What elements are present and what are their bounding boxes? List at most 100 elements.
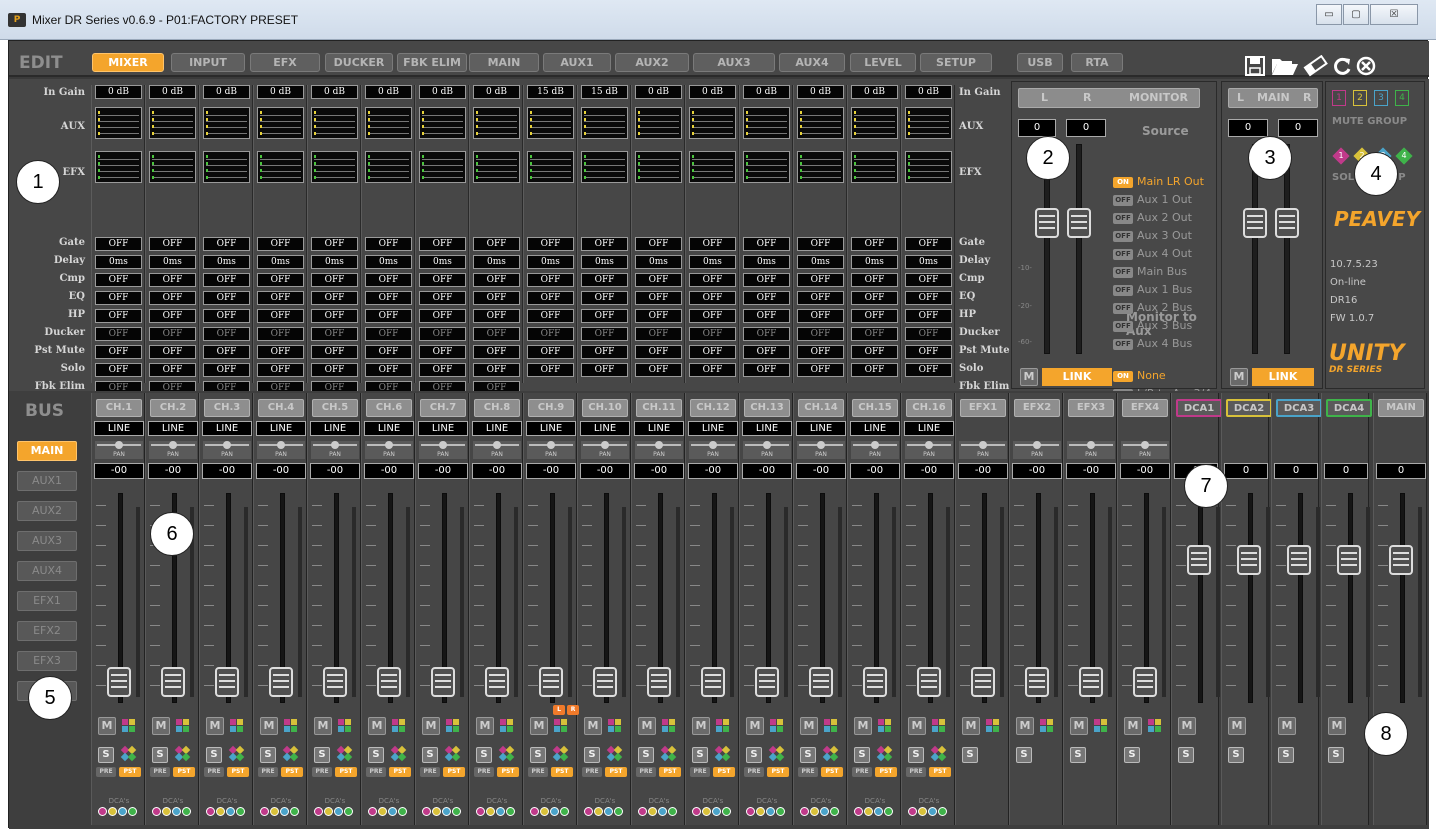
dca-dot[interactable] (928, 807, 937, 816)
tab-aux1[interactable]: AUX1 (543, 53, 611, 72)
mute-group-3[interactable]: 3 (1374, 90, 1388, 106)
pre-button[interactable]: PRE (690, 767, 710, 777)
dca-dot[interactable] (378, 807, 387, 816)
refresh-icon[interactable] (1331, 55, 1353, 82)
in-gain-box[interactable]: 15 dB (527, 85, 574, 99)
fader-cap[interactable] (431, 667, 455, 697)
delay-box[interactable]: 0ms (797, 255, 844, 269)
dca-dot[interactable] (216, 807, 225, 816)
pst-mute-box[interactable]: OFF (149, 345, 196, 359)
eq-box[interactable]: OFF (419, 291, 466, 305)
solo-box[interactable]: OFF (203, 363, 250, 377)
hp-box[interactable]: OFF (797, 309, 844, 323)
pan-slider[interactable]: PAN (1067, 441, 1115, 459)
tab-level[interactable]: LEVEL (850, 53, 916, 72)
mute-button[interactable]: M (746, 717, 764, 735)
bus-button-aux3[interactable]: AUX3 (17, 531, 77, 551)
fader-cap[interactable] (1237, 545, 1261, 575)
pan-slider[interactable]: PAN (527, 441, 575, 459)
dca-dot[interactable] (398, 807, 407, 816)
hp-box[interactable]: OFF (527, 309, 574, 323)
dca-assign-dots[interactable] (746, 807, 790, 817)
channel-name-button[interactable]: CH.1 (96, 399, 142, 417)
delay-box[interactable]: 0ms (419, 255, 466, 269)
fader-cap[interactable] (917, 667, 941, 697)
hp-box[interactable]: OFF (203, 309, 250, 323)
dca-dot[interactable] (874, 807, 883, 816)
mute-group-assign[interactable] (230, 719, 244, 733)
fader-cap[interactable] (1389, 545, 1413, 575)
hp-box[interactable]: OFF (581, 309, 628, 323)
solo-group-4[interactable]: 4 (1395, 147, 1413, 165)
input-source-box[interactable]: LINE (580, 421, 630, 436)
channel-name-button[interactable]: CH.9 (528, 399, 574, 417)
mute-button[interactable]: M (1016, 717, 1034, 735)
bus-button-efx1[interactable]: EFX1 (17, 591, 77, 611)
level-readout[interactable]: -00 (1066, 463, 1116, 479)
gate-box[interactable]: OFF (797, 237, 844, 251)
pre-button[interactable]: PRE (258, 767, 278, 777)
level-readout[interactable]: -00 (418, 463, 468, 479)
pan-slider[interactable]: PAN (797, 441, 845, 459)
monitor-source-item[interactable]: OFF Aux 3 Bus (1113, 319, 1192, 333)
channel-name-button[interactable]: CH.4 (258, 399, 304, 417)
pst-button[interactable]: PST (929, 767, 951, 777)
solo-button[interactable]: S (908, 747, 924, 763)
pan-slider[interactable]: PAN (743, 441, 791, 459)
solo-box[interactable]: OFF (365, 363, 412, 377)
pst-mute-box[interactable]: OFF (797, 345, 844, 359)
solo-button[interactable]: S (692, 747, 708, 763)
input-source-box[interactable]: LINE (472, 421, 522, 436)
dca-dot[interactable] (648, 807, 657, 816)
ducker-box[interactable]: OFF (203, 327, 250, 341)
pst-mute-box[interactable]: OFF (527, 345, 574, 359)
gate-box[interactable]: OFF (95, 237, 142, 251)
fader-track[interactable] (1326, 487, 1372, 707)
dca-dot[interactable] (388, 807, 397, 816)
level-readout[interactable]: -00 (1120, 463, 1170, 479)
mute-group-assign[interactable] (878, 719, 892, 733)
efx-send-meter[interactable] (689, 151, 736, 183)
delay-box[interactable]: 0ms (851, 255, 898, 269)
in-gain-box[interactable]: 0 dB (743, 85, 790, 99)
solo-box[interactable]: OFF (473, 363, 520, 377)
aux-send-meter[interactable] (527, 107, 574, 139)
solo-button[interactable]: S (746, 747, 762, 763)
gate-box[interactable]: OFF (851, 237, 898, 251)
aux-send-meter[interactable] (419, 107, 466, 139)
input-source-box[interactable]: LINE (148, 421, 198, 436)
mute-group-assign[interactable] (986, 719, 1000, 733)
aux-send-meter[interactable] (689, 107, 736, 139)
pst-button[interactable]: PST (605, 767, 627, 777)
solo-box[interactable]: OFF (311, 363, 358, 377)
main-link-button[interactable]: LINK (1252, 368, 1314, 386)
hp-box[interactable]: OFF (311, 309, 358, 323)
pst-button[interactable]: PST (119, 767, 141, 777)
efx-send-meter[interactable] (581, 151, 628, 183)
solo-button[interactable]: S (1278, 747, 1294, 763)
fader-track[interactable] (1176, 487, 1222, 707)
pst-mute-box[interactable]: OFF (419, 345, 466, 359)
mute-group-assign[interactable] (824, 719, 838, 733)
fader-cap[interactable] (1133, 667, 1157, 697)
solo-box[interactable]: OFF (635, 363, 682, 377)
pst-button[interactable]: PST (227, 767, 249, 777)
fader-cap[interactable] (863, 667, 887, 697)
source-toggle[interactable]: ON (1113, 176, 1133, 188)
monitor-l-value[interactable]: 0 (1018, 119, 1056, 137)
solo-group-assign[interactable] (552, 745, 569, 762)
level-readout[interactable]: 0 (1376, 463, 1426, 479)
fader-track[interactable] (366, 487, 412, 707)
dca-dot[interactable] (344, 807, 353, 816)
dca-dot[interactable] (476, 807, 485, 816)
fader-track[interactable] (1276, 487, 1322, 707)
dca-assign-dots[interactable] (206, 807, 250, 817)
pan-slider[interactable]: PAN (959, 441, 1007, 459)
monitor-r-fader-cap[interactable] (1067, 208, 1091, 238)
source-toggle[interactable]: OFF (1113, 284, 1133, 296)
solo-button[interactable]: S (1228, 747, 1244, 763)
ducker-box[interactable]: OFF (581, 327, 628, 341)
eq-box[interactable]: OFF (581, 291, 628, 305)
dca-dot[interactable] (918, 807, 927, 816)
mute-group-assign[interactable] (932, 719, 946, 733)
